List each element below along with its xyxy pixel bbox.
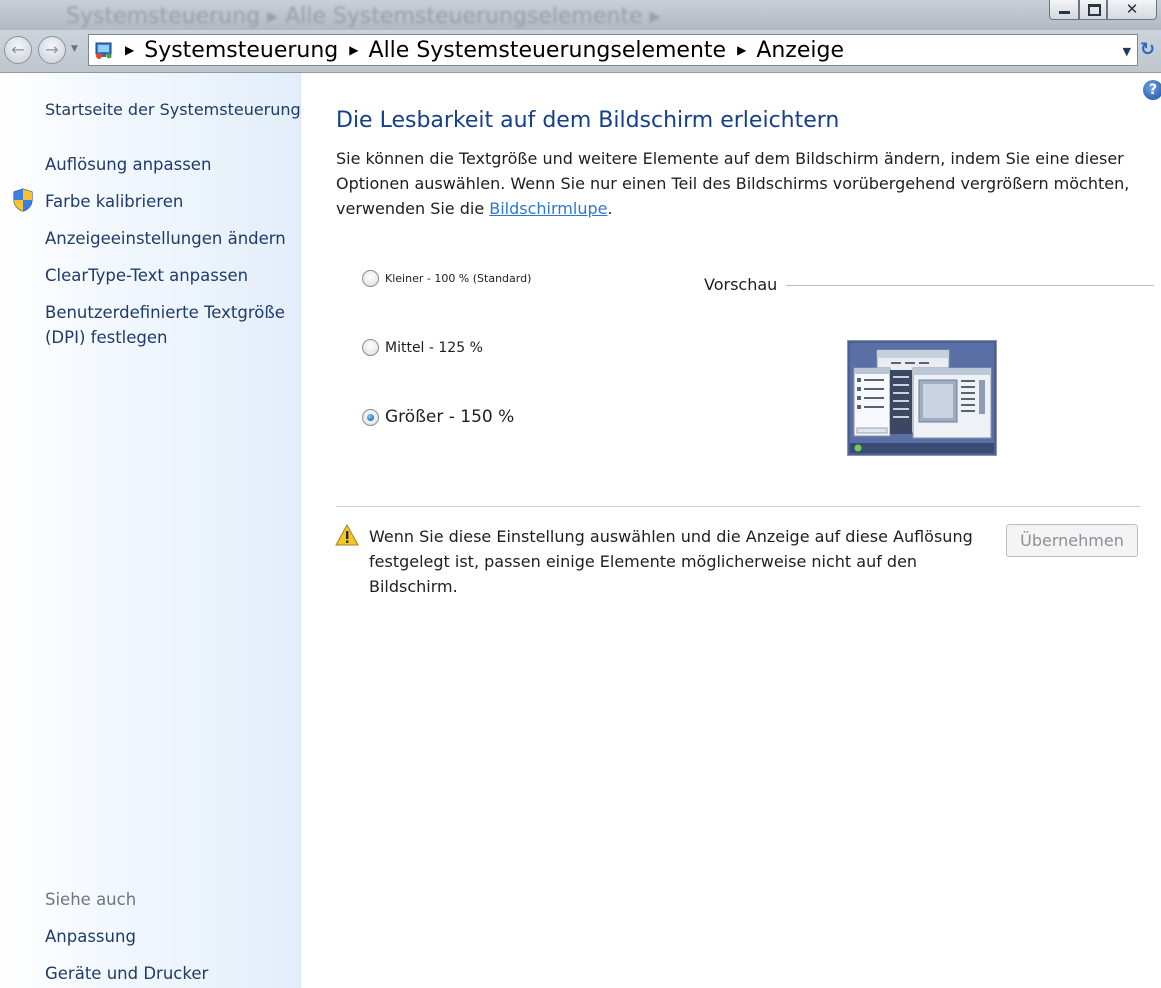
warning-icon bbox=[335, 524, 359, 546]
breadcrumb-arrow-icon[interactable]: ▶ bbox=[125, 43, 134, 57]
refresh-icon[interactable]: ↻ bbox=[1140, 38, 1160, 62]
control-panel-icon bbox=[95, 42, 112, 59]
breadcrumb-anzeige[interactable]: Anzeige bbox=[756, 38, 844, 63]
preview-image bbox=[847, 340, 997, 456]
sidebar-item-cleartype[interactable]: ClearType-Text anpassen bbox=[45, 263, 248, 288]
warning-text: Wenn Sie diese Einstellung auswählen und… bbox=[369, 527, 973, 596]
window-title-bar: Systemsteuerung ▸ Alle Systemsteuerungse… bbox=[0, 0, 1161, 34]
help-icon[interactable]: ? bbox=[1143, 80, 1161, 100]
navigation-bar: ← → ▼ ▶ Systemsteuerung ▶ Alle Systemsteue… bbox=[0, 30, 1161, 73]
sidebar-item-aufloesung[interactable]: Auflösung anpassen bbox=[45, 152, 211, 177]
intro-end: . bbox=[607, 199, 613, 218]
sidebar-item-geraete-drucker[interactable]: Geräte und Drucker bbox=[45, 961, 208, 986]
sidebar: Startseite der Systemsteuerung Auflösung… bbox=[0, 73, 301, 988]
intro-text: Sie können die Textgröße und weitere Ele… bbox=[336, 146, 1136, 221]
sidebar-item-anpassung[interactable]: Anpassung bbox=[45, 924, 136, 949]
uac-shield-icon bbox=[13, 188, 33, 212]
sidebar-item-farbe-kalibrieren[interactable]: Farbe kalibrieren bbox=[45, 189, 183, 214]
apply-button[interactable]: Übernehmen bbox=[1006, 524, 1138, 557]
intro-body: Sie können die Textgröße und weitere Ele… bbox=[336, 149, 1130, 218]
see-also-heading: Siehe auch bbox=[45, 890, 137, 909]
breadcrumb: ▶ Systemsteuerung ▶ Alle Systemsteuerungse… bbox=[121, 38, 844, 63]
forward-button[interactable]: → bbox=[38, 36, 66, 64]
sidebar-item-dpi[interactable]: Benutzerdefinierte Textgröße (DPI) festl… bbox=[45, 300, 285, 350]
option-groesser[interactable]: Größer - 150 % bbox=[362, 407, 514, 427]
address-history-dropdown[interactable]: ▼ bbox=[1123, 45, 1131, 58]
option-mittel-label[interactable]: Mittel - 125 % bbox=[385, 340, 483, 356]
sidebar-home-link[interactable]: Startseite der Systemsteuerung bbox=[45, 97, 301, 122]
maximize-button[interactable] bbox=[1079, 0, 1107, 20]
bildschirmlupe-link[interactable]: Bildschirmlupe bbox=[489, 199, 607, 218]
option-kleiner-label[interactable]: Kleiner - 100 % (Standard) bbox=[385, 272, 531, 285]
breadcrumb-arrow-icon[interactable]: ▶ bbox=[349, 43, 358, 57]
page-title: Die Lesbarkeit auf dem Bildschirm erleic… bbox=[336, 108, 840, 133]
option-groesser-label[interactable]: Größer - 150 % bbox=[385, 407, 514, 427]
section-divider bbox=[336, 506, 1140, 507]
breadcrumb-systemsteuerung[interactable]: Systemsteuerung bbox=[144, 38, 338, 63]
close-button[interactable]: ✕ bbox=[1107, 0, 1157, 20]
radio-groesser[interactable] bbox=[362, 408, 379, 426]
minimize-button[interactable] bbox=[1049, 0, 1079, 20]
recent-pages-dropdown[interactable]: ▼ bbox=[71, 44, 78, 54]
window-controls: ✕ bbox=[1049, 0, 1157, 20]
preview-divider bbox=[786, 285, 1154, 286]
option-kleiner[interactable]: Kleiner - 100 % (Standard) bbox=[362, 270, 531, 287]
address-bar[interactable]: ▶ Systemsteuerung ▶ Alle Systemsteuerungse… bbox=[88, 34, 1138, 66]
window-title: Systemsteuerung ▸ Alle Systemsteuerungse… bbox=[66, 4, 661, 29]
option-mittel[interactable]: Mittel - 125 % bbox=[362, 339, 483, 356]
breadcrumb-alle-elemente[interactable]: Alle Systemsteuerungselemente bbox=[369, 38, 727, 63]
back-button[interactable]: ← bbox=[4, 36, 32, 64]
radio-kleiner[interactable] bbox=[362, 270, 379, 287]
sidebar-item-anzeigeeinstellungen[interactable]: Anzeigeeinstellungen ändern bbox=[45, 226, 286, 251]
breadcrumb-arrow-icon[interactable]: ▶ bbox=[737, 43, 746, 57]
preview-label: Vorschau bbox=[704, 275, 778, 294]
radio-mittel[interactable] bbox=[362, 339, 379, 356]
